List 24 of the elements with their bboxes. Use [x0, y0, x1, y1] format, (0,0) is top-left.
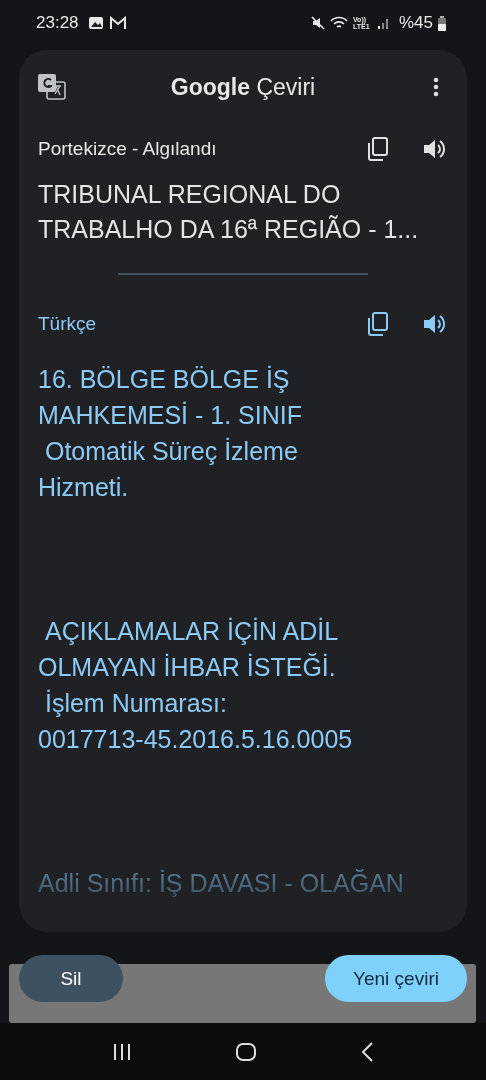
- translated-text: 16. BÖLGE BÖLGE İŞ MAHKEMESİ - 1. SINIF Otomatik Süreç İzleme Hizmeti. AÇIKLAMALAR İÇİN ADİL OLMAYAN İHBAR İSTEĞİ. İşlem Numarası: 0017713-45.2016.5.16.0005 Adli Sınıfı: İŞ DAVASI - OLAĞAN: [38, 364, 405, 899]
- app-title: Google Çeviri: [170, 73, 316, 101]
- battery-level: %45: [398, 13, 433, 33]
- delete-button[interactable]: Sil: [19, 955, 123, 1002]
- mail-icon: [108, 16, 127, 30]
- new-translation-button[interactable]: Yeni çeviri: [325, 955, 467, 1002]
- more-options-icon[interactable]: [433, 77, 439, 97]
- wifi-icon: [329, 16, 348, 30]
- speaker-icon[interactable]: [423, 313, 447, 335]
- back-icon[interactable]: [361, 1041, 374, 1062]
- source-language: Portekizce - Algılandı: [38, 138, 218, 160]
- copy-icon[interactable]: [367, 312, 389, 336]
- recent-apps-icon[interactable]: [112, 1043, 131, 1060]
- battery-icon: [438, 15, 446, 31]
- gallery-icon: [87, 16, 104, 30]
- home-icon[interactable]: [236, 1042, 256, 1061]
- mute-icon: [310, 16, 325, 30]
- signal-icon: [377, 16, 390, 30]
- target-language: Türkçe: [38, 313, 98, 335]
- translate-icon[interactable]: [38, 74, 66, 100]
- speaker-icon[interactable]: [423, 138, 447, 160]
- source-text: TRIBUNAL REGIONAL DO TRABALHO DA 16ª REGIÃO - 1...: [37, 179, 420, 245]
- copy-icon[interactable]: [367, 137, 389, 161]
- status-time: 23:28: [36, 13, 79, 33]
